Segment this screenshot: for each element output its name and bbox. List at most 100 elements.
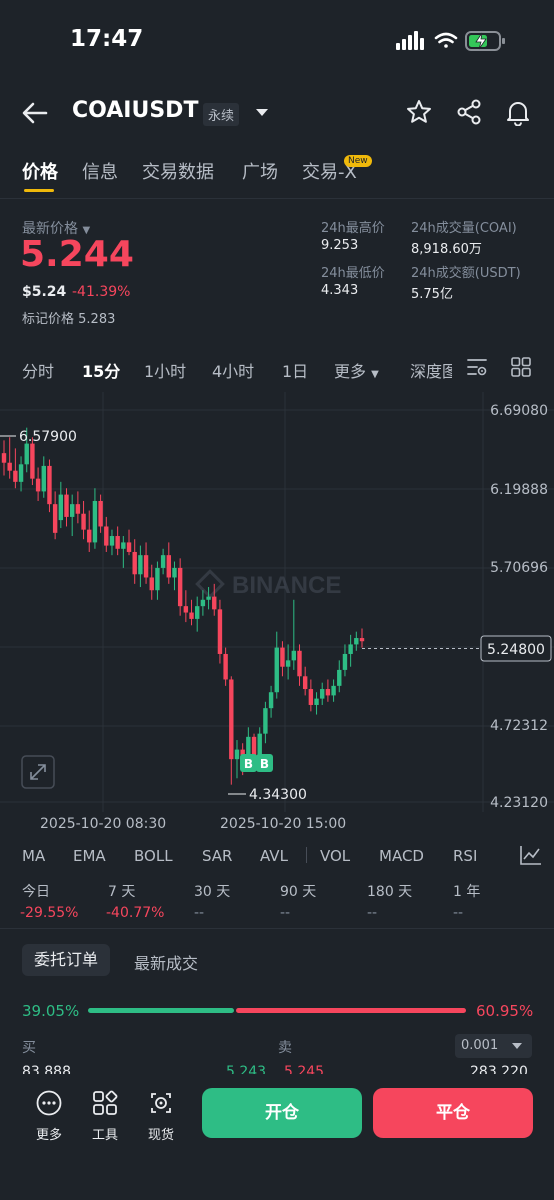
volume-value: 8,918.60万	[411, 242, 482, 257]
perf-label-90d: 90 天	[280, 884, 317, 900]
close-position-button[interactable]: 平仓	[373, 1088, 533, 1138]
tab-recent-trades[interactable]: 最新成交	[134, 950, 198, 974]
candle	[314, 692, 319, 715]
candle	[320, 682, 325, 705]
symbol-title[interactable]: COAIUSDT	[72, 98, 198, 123]
interval-4h[interactable]: 4小时	[212, 358, 254, 382]
usd-price: $5.24	[22, 284, 67, 300]
more-button[interactable]: 更多	[25, 1090, 73, 1143]
candlestick-chart[interactable]: BINANCE 5.24800 6.57900 4.34300 B B 6.69…	[0, 392, 554, 812]
depth-chart-tab[interactable]: 深度图	[410, 358, 452, 382]
last-price: 5.244	[20, 234, 134, 275]
tab-trading-data[interactable]: 交易数据	[142, 158, 214, 184]
sell-ratio-bar	[236, 1008, 466, 1013]
amount-label: 24h成交额(USDT)	[411, 266, 521, 281]
candle	[308, 679, 314, 712]
candle	[18, 456, 24, 492]
tab-square[interactable]: 广场	[242, 158, 278, 184]
perf-label-1y: 1 年	[453, 884, 481, 900]
x-tick-label: 2025-10-20 08:30	[40, 816, 167, 832]
candle	[155, 561, 160, 600]
candle	[87, 510, 92, 552]
interval-1h[interactable]: 1小时	[144, 358, 186, 382]
high-label: 24h最高价	[321, 221, 385, 236]
tab-order-book[interactable]: 委托订单	[22, 944, 110, 976]
share-icon[interactable]	[455, 98, 483, 126]
candle	[280, 641, 285, 677]
candle	[285, 644, 291, 680]
indicator-boll[interactable]: BOLL	[134, 847, 173, 865]
interval-15m[interactable]: 15分	[82, 358, 120, 382]
tools-grid-icon	[93, 1090, 118, 1115]
spot-button[interactable]: 现货	[137, 1090, 185, 1143]
candle	[126, 529, 132, 556]
current-price-label: 5.24800	[487, 642, 545, 658]
y-tick-label: 5.70696	[490, 560, 548, 576]
candle	[342, 644, 348, 677]
buy-marker: B	[240, 754, 257, 772]
candle	[172, 561, 177, 591]
low-value: 4.343	[321, 283, 359, 298]
open-position-button[interactable]: 开仓	[202, 1088, 362, 1138]
high-value: 9.253	[321, 238, 359, 253]
back-arrow-icon[interactable]	[20, 98, 50, 128]
low-label: 24h最低价	[321, 266, 385, 281]
candle	[195, 596, 200, 632]
indicator-vol[interactable]: VOL	[320, 847, 350, 865]
indicator-macd[interactable]: MACD	[379, 847, 424, 865]
candle	[104, 516, 109, 552]
candle	[69, 494, 75, 537]
candle	[177, 558, 183, 616]
candle	[206, 587, 211, 610]
candle	[297, 644, 302, 686]
sell-ratio-text: 60.95%	[476, 1002, 534, 1020]
candle	[325, 679, 331, 702]
perf-label-30d: 30 天	[194, 884, 231, 900]
indicator-sar[interactable]: SAR	[202, 847, 232, 865]
buy-column-label: 买	[22, 1040, 36, 1056]
tab-info[interactable]: 信息	[82, 158, 118, 184]
grid-layout-icon[interactable]	[510, 356, 532, 378]
indicator-ma[interactable]: MA	[22, 847, 45, 865]
caret-down-icon[interactable]	[512, 1043, 522, 1049]
candle	[121, 536, 126, 568]
perf-label-7d: 7 天	[108, 884, 136, 900]
wifi-icon	[434, 32, 458, 48]
perf-value-30d: --	[194, 905, 205, 921]
amount-value: 5.75亿	[411, 287, 453, 302]
indicator-avl[interactable]: AVL	[260, 847, 288, 865]
tools-button[interactable]: 工具	[81, 1090, 129, 1143]
star-icon[interactable]	[405, 98, 433, 126]
more-dots-icon	[36, 1090, 62, 1116]
chart-settings-icon[interactable]	[466, 356, 488, 378]
interval-1d[interactable]: 1日	[282, 358, 308, 382]
chart-canvas[interactable]: BINANCE 5.24800 6.57900 4.34300 B B 6.69…	[0, 392, 554, 812]
status-icons	[396, 31, 505, 51]
bell-icon[interactable]	[504, 98, 532, 126]
indicator-ema[interactable]: EMA	[73, 847, 106, 865]
perf-value-90d: --	[280, 905, 291, 921]
perf-value-7d: -40.77%	[106, 905, 165, 921]
indicator-separator	[306, 847, 307, 863]
new-badge: New	[344, 155, 372, 167]
interval-more[interactable]: 更多 ▼	[334, 358, 379, 382]
perf-value-1y: --	[453, 905, 464, 921]
candle	[149, 564, 154, 600]
tab-price[interactable]: 价格	[22, 158, 58, 184]
candle	[109, 529, 115, 556]
candle	[13, 448, 18, 489]
candle	[41, 456, 46, 498]
candle	[52, 491, 58, 540]
perf-value-180d: --	[367, 905, 378, 921]
candle	[138, 545, 143, 588]
interval-time[interactable]: 分时	[22, 358, 54, 382]
candle	[64, 488, 69, 527]
indicator-chart-icon[interactable]	[519, 844, 543, 866]
spot-swap-icon	[151, 1093, 171, 1113]
candle	[189, 599, 194, 626]
indicator-rsi[interactable]: RSI	[453, 847, 477, 865]
symbol-dropdown-icon[interactable]	[256, 109, 268, 116]
signal-icon	[396, 31, 424, 50]
candle	[337, 660, 342, 693]
candle	[92, 488, 98, 549]
